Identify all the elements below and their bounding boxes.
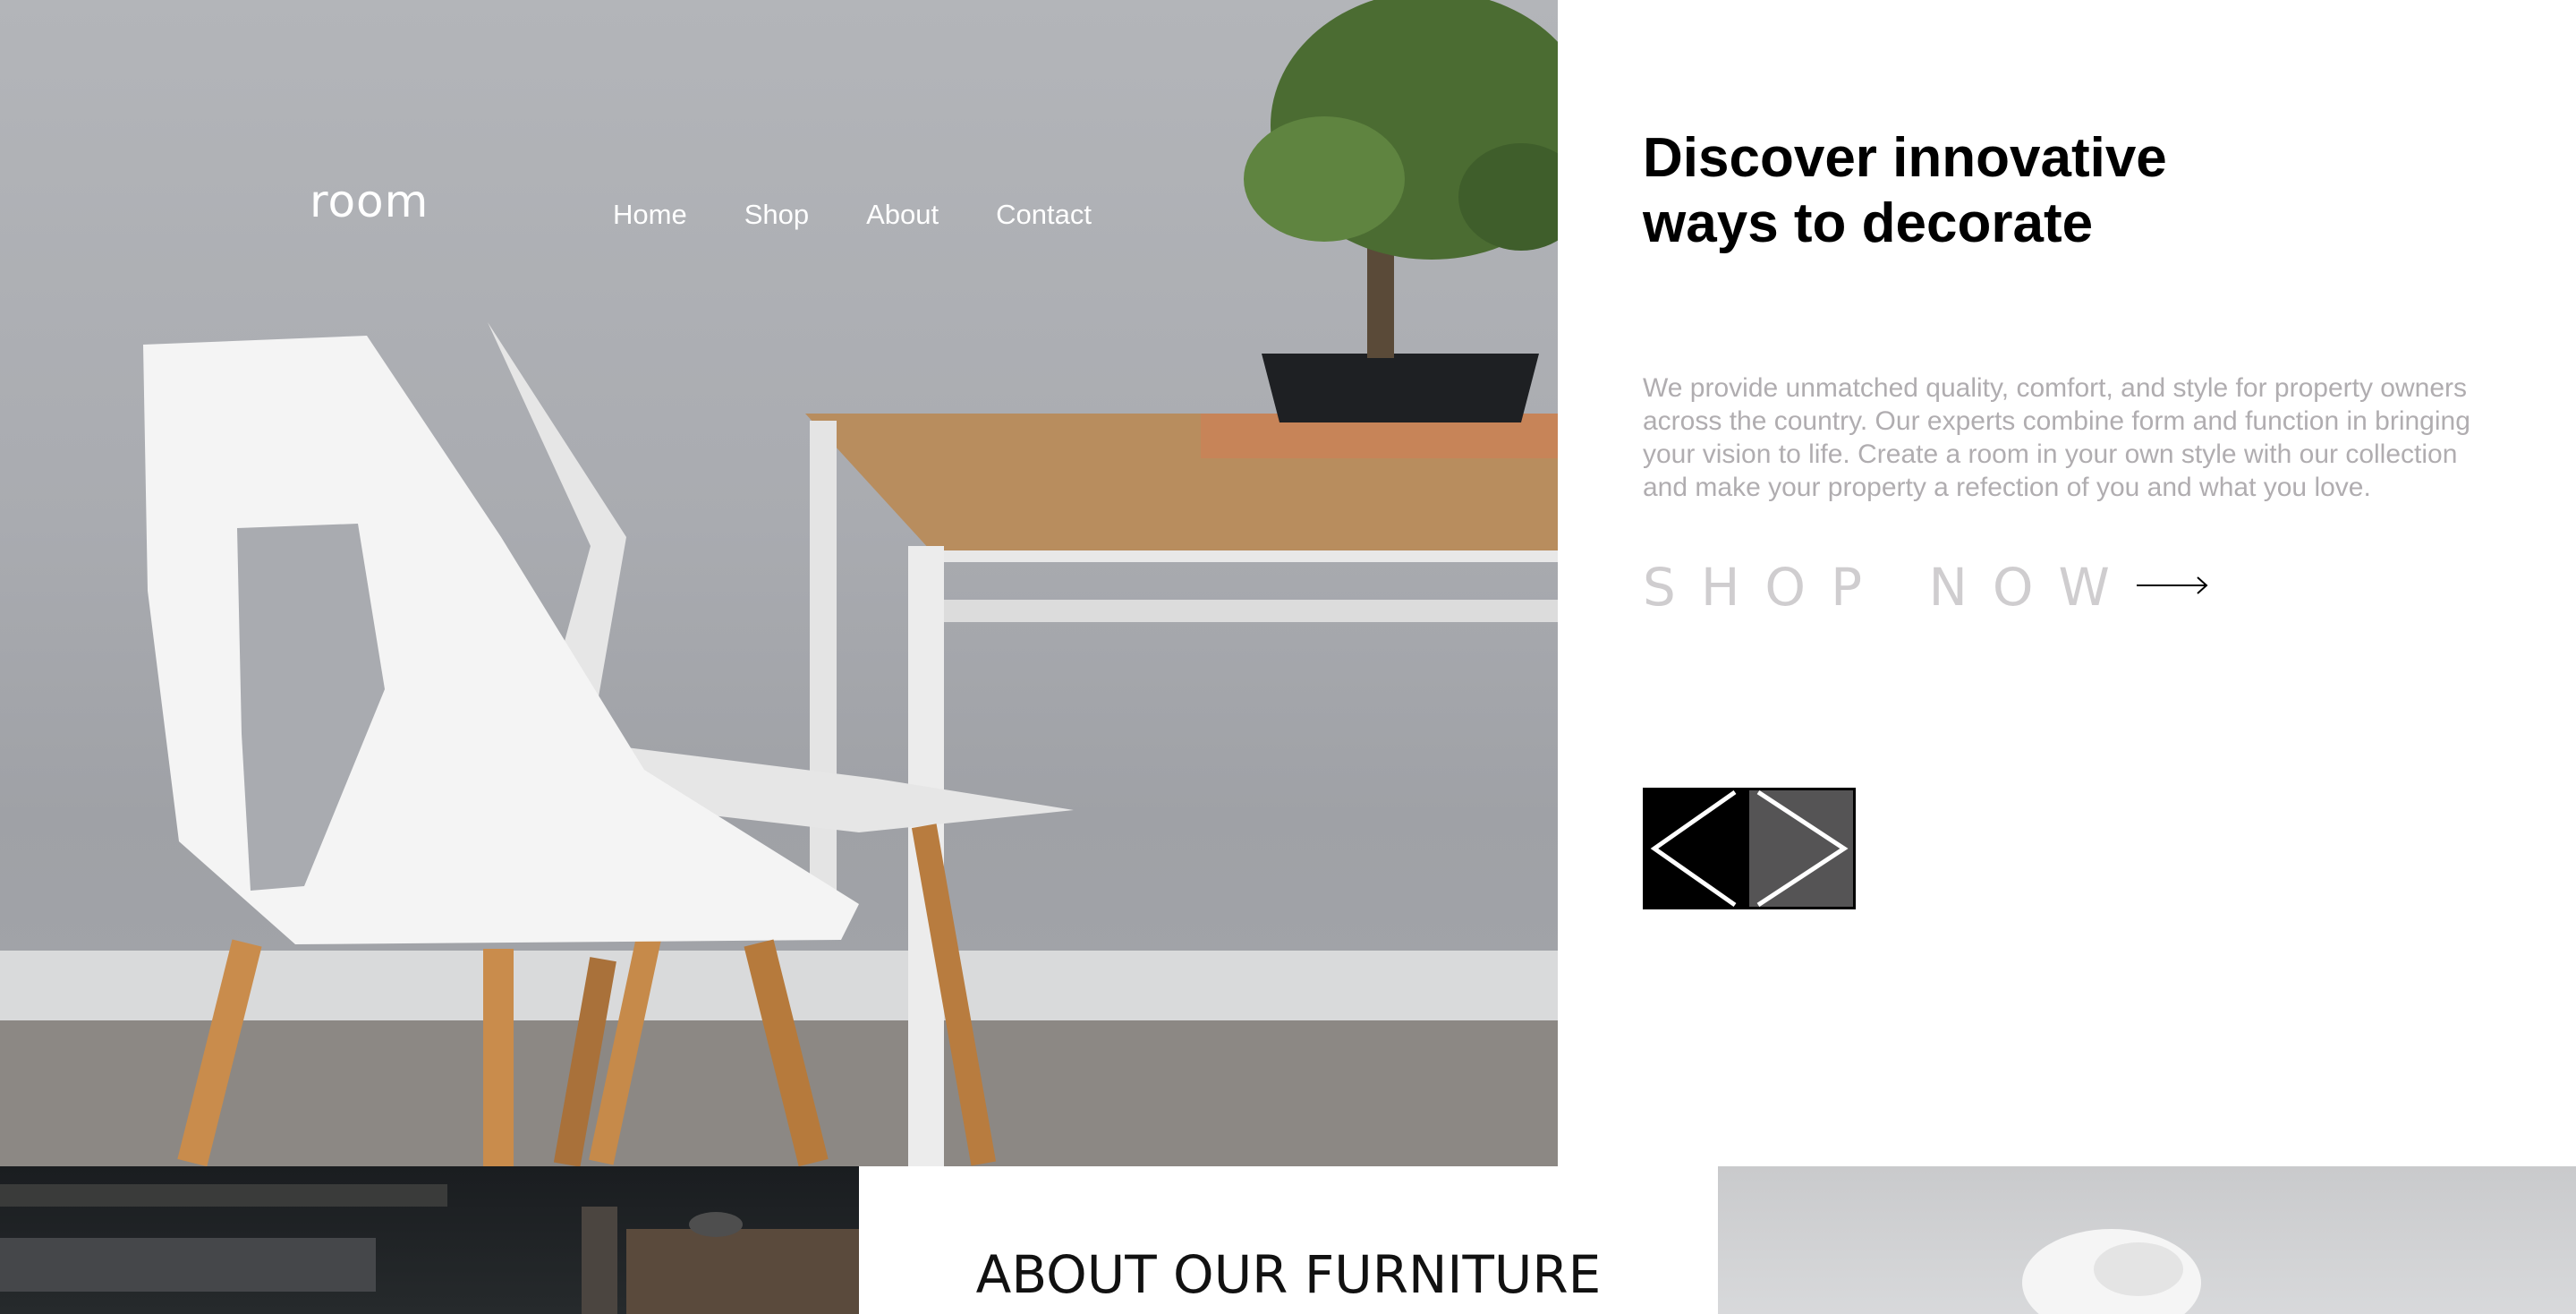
shop-now-link[interactable]: SHOP NOW [1643, 557, 2210, 618]
main-nav: Home Shop About Contact [613, 199, 1149, 231]
hero-headline: Discover innovative ways to decorate [1643, 125, 2269, 256]
slider-prev-button[interactable] [1645, 790, 1749, 907]
hero-photo-illustration [0, 0, 1558, 1166]
hero-copy: Discover innovative ways to decorate [1643, 125, 2502, 256]
shop-now-label: SHOP NOW [1643, 557, 2135, 618]
nav-item-about[interactable]: About [866, 199, 939, 231]
hero-image: room Home Shop About Contact [0, 0, 1558, 1166]
nav-item-home[interactable]: Home [613, 199, 687, 231]
chevron-right-icon [1756, 790, 1849, 907]
hero-description: We provide unmatched quality, comfort, a… [1643, 373, 2470, 502]
hero-headline-line1: Discover innovative [1643, 127, 2167, 189]
slider-controls [1643, 788, 1856, 909]
lamp-image [1718, 1166, 2576, 1314]
slider-next-button[interactable] [1749, 790, 1853, 907]
about-heading: ABOUT OUR FURNITURE [975, 1244, 1602, 1305]
nav-item-contact[interactable]: Contact [996, 199, 1092, 231]
about-section: ABOUT OUR FURNITURE [0, 1166, 2576, 1314]
bedroom-image [0, 1166, 859, 1314]
chevron-left-icon [1650, 790, 1737, 907]
about-heading-panel: ABOUT OUR FURNITURE [859, 1166, 1718, 1314]
nav-item-shop[interactable]: Shop [744, 199, 809, 231]
arrow-right-icon [2135, 572, 2210, 603]
brand-logo[interactable]: room [310, 175, 429, 227]
hero-headline-line2: ways to decorate [1643, 192, 2094, 254]
